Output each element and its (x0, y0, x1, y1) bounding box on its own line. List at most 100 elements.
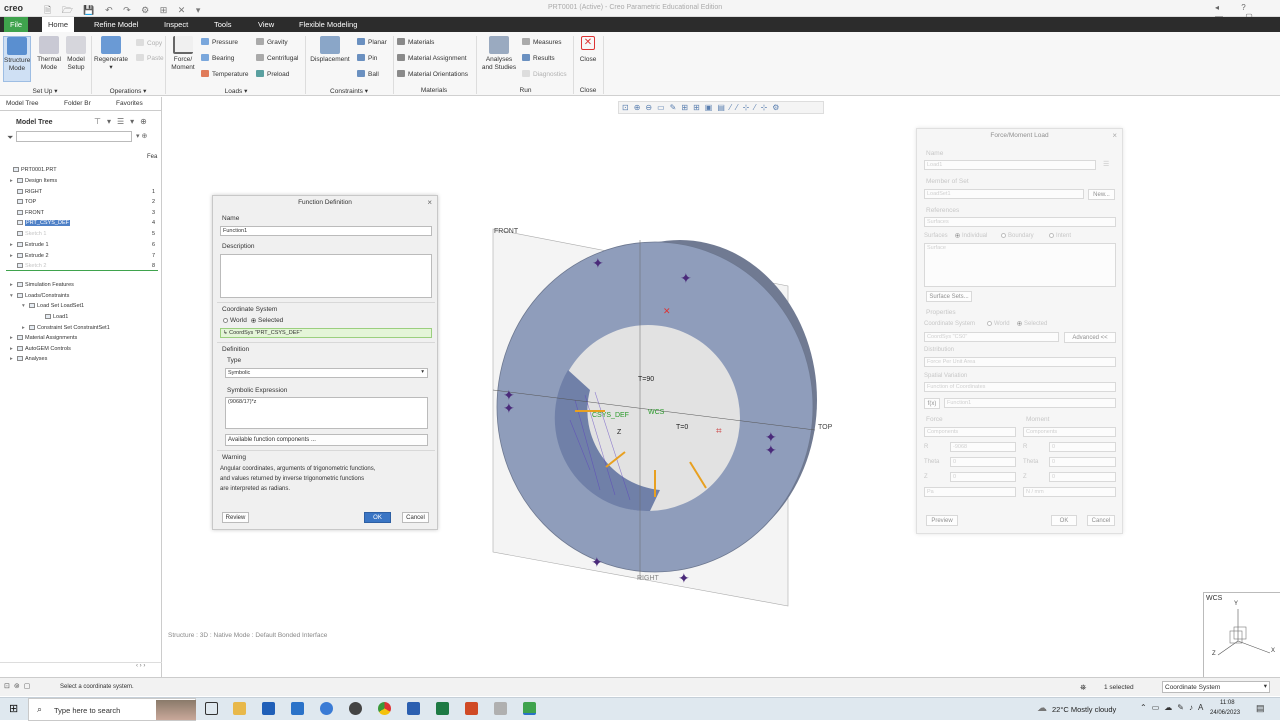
tree-item[interactable]: ▾ Loads/Constraints (10, 293, 69, 299)
filter-icon[interactable]: ⏷ (7, 133, 13, 143)
tab-tools[interactable]: Tools (208, 17, 238, 32)
taskbar-search[interactable]: ⌕ Type here to search (28, 698, 196, 721)
individual-radio[interactable]: Individual (955, 233, 987, 239)
bearing-button[interactable]: Bearing (201, 54, 234, 62)
description-textarea[interactable] (220, 254, 432, 298)
moment-components-select[interactable]: Components (1023, 427, 1116, 437)
symbolic-expression-input[interactable]: (9068/17)*z (225, 397, 428, 429)
expand-icon[interactable]: ▾ (22, 303, 29, 309)
function-name-input[interactable]: Function1 (220, 226, 432, 236)
function-fx-button[interactable]: f(x) (924, 398, 940, 409)
preview-button[interactable]: Preview (926, 515, 958, 526)
force-component-input[interactable]: -9068 (950, 442, 1016, 452)
group-loads[interactable]: Loads ▾ (168, 87, 304, 95)
force-component-input[interactable]: 0 (950, 457, 1016, 467)
tree-item[interactable]: ▸ AutoGEM Controls (10, 346, 71, 352)
gravity-button[interactable]: Gravity (256, 38, 288, 46)
expand-icon[interactable]: ▸ (10, 356, 17, 362)
function-select[interactable]: Function1 (944, 398, 1116, 408)
app-icon[interactable] (349, 702, 362, 715)
type-select[interactable]: Symbolic ▾ (225, 368, 428, 378)
close-icon[interactable]: × (427, 198, 432, 207)
app-icon[interactable] (494, 702, 507, 715)
status-icons[interactable]: ⊡⊚▢ (4, 682, 34, 690)
csys-collector[interactable]: CoordSys "CS0" (924, 332, 1059, 342)
force-unit-select[interactable]: Pa (924, 487, 1016, 497)
powerpoint-icon[interactable] (465, 702, 478, 715)
file-explorer-icon[interactable] (233, 702, 246, 715)
tab-home[interactable]: Home (42, 17, 75, 32)
tab-favorites[interactable]: Favorites (116, 100, 143, 107)
force-component-input[interactable]: 0 (950, 472, 1016, 482)
search-dropdown-icon[interactable]: ▾ ⊕ (136, 132, 147, 140)
expand-icon[interactable]: ▸ (10, 242, 17, 248)
expand-icon[interactable]: ▾ (10, 293, 17, 299)
measures-button[interactable]: Measures (522, 38, 562, 46)
tab-refine-model[interactable]: Refine Model (88, 17, 144, 32)
system-tray-icons[interactable]: ⌃▭☁✎♪A (1140, 703, 1208, 712)
tree-item[interactable]: Sketch 2 (10, 263, 46, 269)
tab-inspect[interactable]: Inspect (158, 17, 194, 32)
member-set-select[interactable]: LoadSet1 (924, 189, 1084, 199)
expand-icon[interactable]: ▸ (10, 253, 17, 259)
copy-button[interactable]: Copy (136, 39, 162, 47)
store-icon[interactable] (262, 702, 275, 715)
moment-unit-select[interactable]: N / mm (1023, 487, 1116, 497)
word-icon[interactable] (407, 702, 420, 715)
tree-item[interactable]: Sketch 1 (10, 231, 46, 237)
ok-button[interactable]: OK (364, 512, 391, 523)
surfaces-collector[interactable]: Surface (924, 243, 1116, 287)
analyses-studies-button[interactable]: Analyses and Studies (480, 36, 518, 72)
preload-button[interactable]: Preload (256, 70, 289, 78)
moment-component-input[interactable]: 0 (1049, 457, 1116, 467)
boundary-radio[interactable]: Boundary (1001, 233, 1034, 239)
centrifugal-button[interactable]: Centrifugal (256, 54, 298, 62)
properties-icon[interactable]: ☰ (1103, 160, 1109, 168)
graphics-toolbar[interactable]: ⊡⊕⊖▭✎⊞⊞▣▤⁄⁄⊹⁄⊹⚙ (618, 101, 824, 114)
distribution-select[interactable]: Force Per Unit Area (924, 357, 1116, 367)
material-assignment-button[interactable]: Material Assignment (397, 54, 467, 62)
tree-search-input[interactable] (16, 131, 132, 142)
spatial-variation-select[interactable]: Function of Coordinates (924, 382, 1116, 392)
world-radio[interactable]: World (987, 321, 1010, 327)
results-button[interactable]: Results (522, 54, 555, 62)
ball-button[interactable]: Ball (357, 70, 379, 78)
new-set-button[interactable]: New... (1088, 189, 1115, 200)
tree-item[interactable]: TOP (10, 199, 36, 205)
ok-button[interactable]: OK (1051, 515, 1077, 526)
materials-button[interactable]: Materials (397, 38, 434, 46)
selected-radio[interactable]: Selected (1017, 321, 1047, 327)
tree-item[interactable]: ▸ Simulation Features (10, 282, 74, 288)
tree-item[interactable]: ▸ Extrude 2 (10, 253, 49, 259)
tab-file[interactable]: File (4, 17, 29, 32)
tree-item[interactable]: ▸ Analyses (10, 356, 47, 362)
world-radio[interactable]: World (223, 317, 247, 324)
edge-icon[interactable] (320, 702, 333, 715)
notification-icon[interactable]: ▤ (1256, 703, 1265, 714)
csys-collector[interactable]: ↳ CoordSys "PRT_CSYS_DEF" (220, 328, 432, 338)
task-view-icon[interactable] (205, 702, 218, 715)
cancel-button[interactable]: Cancel (1087, 515, 1115, 526)
expand-icon[interactable]: ▸ (10, 178, 17, 184)
pin-button[interactable]: Pin (357, 54, 377, 62)
close-button[interactable]: ✕ Close (576, 36, 600, 64)
tree-item[interactable]: ▾ Load Set LoadSet1 (22, 303, 84, 309)
tree-item[interactable]: ▸ Design Items (10, 178, 57, 184)
close-icon[interactable]: × (1112, 131, 1117, 140)
mail-icon[interactable] (291, 702, 304, 715)
planar-button[interactable]: Planar (357, 38, 387, 46)
tree-item[interactable]: ▸ Material Assignments (10, 335, 77, 341)
windows-start-icon[interactable]: ⊞ (9, 702, 18, 715)
displacement-button[interactable]: Displacement (307, 36, 353, 64)
insert-here-marker[interactable] (6, 270, 158, 271)
force-components-select[interactable]: Components (924, 427, 1016, 437)
selection-filter-select[interactable]: Coordinate System ▾ (1162, 681, 1270, 693)
structure-mode-button[interactable]: Structure Mode (3, 36, 31, 82)
chrome-icon[interactable] (378, 702, 391, 715)
group-constraints[interactable]: Constraints ▾ (306, 87, 392, 95)
expand-icon[interactable]: ▸ (10, 346, 17, 352)
temperature-button[interactable]: Temperature (201, 70, 249, 78)
tab-view[interactable]: View (252, 17, 280, 32)
moment-component-input[interactable]: 0 (1049, 472, 1116, 482)
tree-item[interactable]: Load1 (38, 314, 68, 320)
